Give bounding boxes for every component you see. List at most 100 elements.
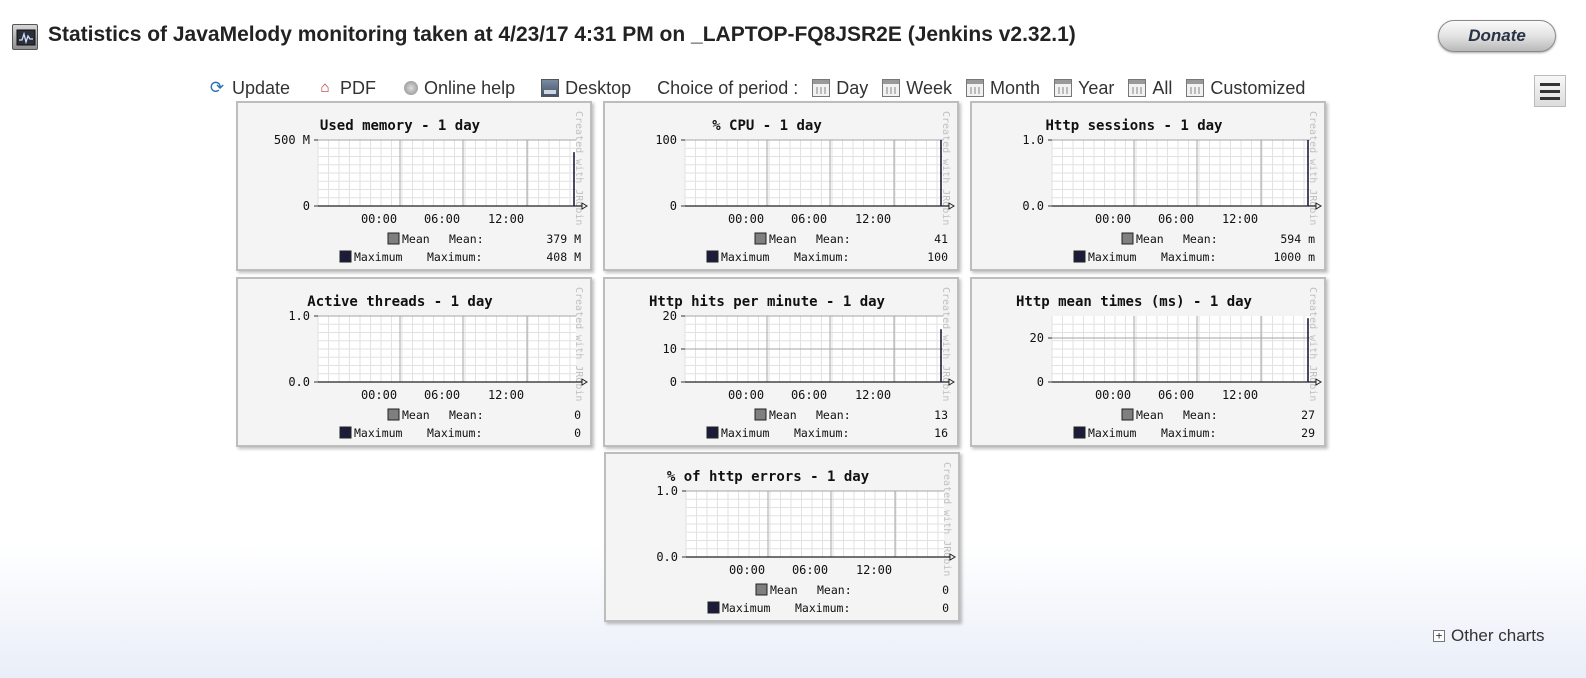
legend-value: 13: [934, 408, 948, 422]
period-week-label: Week: [906, 77, 952, 98]
chart-svg: % of http errors - 1 day Created with JRo…: [656, 462, 956, 615]
legend-swatch-maximum: [339, 426, 352, 439]
y-tick-label: 0: [670, 199, 677, 213]
chart-title: Http mean times (ms) - 1 day: [1016, 294, 1253, 310]
legend-value: 16: [934, 426, 948, 440]
legend-label: Mean:: [816, 232, 851, 246]
legend-value: 0: [574, 408, 581, 422]
online-help-label: Online help: [424, 77, 516, 98]
legend-name: Mean: [1136, 232, 1164, 246]
legend-swatch-maximum: [1073, 426, 1086, 439]
legend-swatch-mean: [387, 232, 400, 245]
chart-title: % CPU - 1 day: [712, 118, 822, 134]
legend-value: 379 M: [546, 232, 581, 246]
x-tick-label: 12:00: [488, 388, 524, 402]
x-tick-label: 12:00: [855, 388, 891, 402]
legend-name: Maximum: [1088, 250, 1137, 264]
period-year[interactable]: Year: [1054, 78, 1114, 99]
y-tick-label: 100: [655, 133, 677, 147]
legend-value: 594 m: [1280, 232, 1315, 246]
legend-label: Maximum:: [794, 250, 849, 264]
x-tick-label: 00:00: [728, 212, 764, 226]
legend-swatch-maximum: [707, 601, 720, 614]
legend-label: Maximum:: [1161, 426, 1216, 440]
x-tick-label: 06:00: [424, 388, 460, 402]
period-year-label: Year: [1078, 77, 1115, 98]
legend-value: 29: [1301, 426, 1315, 440]
toolbar: ⟳ Update ⌂ PDF Online help Desktop Choic…: [208, 76, 1306, 100]
x-tick-label: 00:00: [728, 388, 764, 402]
pdf-button[interactable]: ⌂ PDF: [316, 78, 377, 99]
legend-value: 0: [942, 583, 949, 597]
legend-name: Maximum: [721, 250, 770, 264]
chart-active-threads-1-day[interactable]: Active threads - 1 day Created with JRobi…: [236, 277, 592, 447]
legend-name: Mean: [402, 408, 430, 422]
legend-name: Mean: [769, 232, 797, 246]
legend-swatch-maximum: [706, 426, 719, 439]
other-charts-link[interactable]: + Other charts: [1433, 626, 1545, 646]
period-customized[interactable]: Customized: [1186, 78, 1305, 99]
y-tick-label: 0.0: [1022, 199, 1044, 213]
update-button[interactable]: ⟳ Update: [208, 78, 290, 99]
calendar-icon: [965, 79, 984, 97]
y-tick-label: 20: [663, 309, 677, 323]
x-tick-label: 12:00: [1222, 388, 1258, 402]
period-all[interactable]: All: [1128, 78, 1172, 99]
legend-value: 0: [942, 601, 949, 615]
legend-name: Mean: [769, 408, 797, 422]
calendar-icon: [882, 79, 901, 97]
legend-value: 100: [927, 250, 948, 264]
chart-title: Active threads - 1 day: [307, 294, 493, 310]
chart-cpu-1-day[interactable]: % CPU - 1 day Created with JRobin 0 100 00:0…: [603, 101, 959, 271]
chart-http-mean-times-ms-1-day[interactable]: Http mean times (ms) - 1 day Created with…: [970, 277, 1326, 447]
legend-swatch-mean: [754, 408, 767, 421]
y-tick-label: 1.0: [1022, 133, 1044, 147]
x-tick-label: 12:00: [1222, 212, 1258, 226]
x-tick-label: 06:00: [791, 212, 827, 226]
legend-name: Maximum: [354, 250, 403, 264]
legend-value: 1000 m: [1273, 250, 1315, 264]
x-tick-label: 00:00: [361, 388, 397, 402]
chart-svg: Active threads - 1 day Created with JRobi…: [288, 287, 588, 440]
legend-swatch-mean: [755, 583, 768, 596]
legend-name: Maximum: [722, 601, 771, 615]
expand-icon: +: [1433, 630, 1445, 642]
calendar-icon: [812, 79, 831, 97]
x-tick-label: 06:00: [1158, 388, 1194, 402]
chart-title: Http sessions - 1 day: [1045, 118, 1223, 134]
y-tick-label: 0: [670, 375, 677, 389]
legend-label: Mean:: [1183, 408, 1218, 422]
x-tick-label: 06:00: [792, 563, 828, 577]
x-tick-label: 00:00: [1095, 212, 1131, 226]
y-tick-label: 0.0: [656, 550, 678, 564]
menu-icon[interactable]: [1534, 75, 1566, 107]
other-charts-label: Other charts: [1451, 626, 1545, 645]
y-tick-label: 20: [1030, 331, 1044, 345]
legend-value: 27: [1301, 408, 1315, 422]
legend-label: Mean:: [1183, 232, 1218, 246]
legend-label: Maximum:: [794, 426, 849, 440]
legend-label: Maximum:: [427, 426, 482, 440]
y-tick-label: 0.0: [288, 375, 310, 389]
calendar-icon: [1186, 79, 1205, 97]
chart-http-sessions-1-day[interactable]: Http sessions - 1 day Created with JRobin…: [970, 101, 1326, 271]
chart-used-memory-1-day[interactable]: Used memory - 1 day Created with JRobin 0 5…: [236, 101, 592, 271]
x-tick-label: 00:00: [729, 563, 765, 577]
period-day[interactable]: Day: [812, 78, 868, 99]
online-help-button[interactable]: Online help: [404, 78, 515, 99]
chart-of-http-errors-1-day[interactable]: % of http errors - 1 day Created with JRo…: [604, 452, 960, 622]
page-title: Statistics of JavaMelody monitoring take…: [48, 23, 1076, 46]
period-week[interactable]: Week: [882, 78, 952, 99]
chart-svg: % CPU - 1 day Created with JRobin010000:0…: [655, 111, 955, 264]
legend-swatch-maximum: [339, 250, 352, 263]
donate-button[interactable]: Donate: [1438, 20, 1556, 52]
chart-http-hits-per-minute-1-day[interactable]: Http hits per minute - 1 day Created with…: [603, 277, 959, 447]
javamelody-icon: [12, 24, 38, 50]
legend-name: Mean: [1136, 408, 1164, 422]
update-label: Update: [232, 77, 291, 98]
chart-title: % of http errors - 1 day: [667, 469, 870, 485]
chart-svg: Http mean times (ms) - 1 day Created with…: [1016, 287, 1322, 440]
y-tick-label: 10: [663, 342, 677, 356]
period-month[interactable]: Month: [965, 78, 1040, 99]
desktop-button[interactable]: Desktop: [541, 78, 631, 99]
